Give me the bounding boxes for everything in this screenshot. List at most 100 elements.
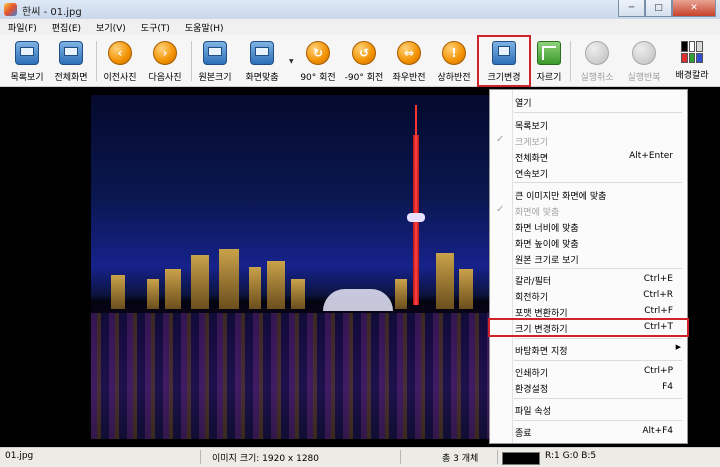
original-size-button[interactable]: 원본크기 xyxy=(195,37,235,85)
ctx-rotate[interactable]: 회전하기 Ctrl+R xyxy=(490,288,687,303)
menu-tools[interactable]: 도구(T) xyxy=(133,19,177,35)
ctx-color-filter-label: 칼라/필터 xyxy=(515,277,552,287)
ctx-slideshow-label: 연속보기 xyxy=(515,170,549,180)
flip-horizontal-button[interactable]: ⇔ 좌우반전 xyxy=(388,37,430,85)
ctx-resize[interactable]: 크기 변경하기 Ctrl+T xyxy=(488,318,689,337)
undo-button[interactable]: 실행취소 xyxy=(575,37,619,85)
ctx-color-filter[interactable]: 칼라/필터 Ctrl+E xyxy=(490,272,687,287)
rotate-ccw-button[interactable]: ↺ -90° 회전 xyxy=(342,37,386,85)
tower-pod xyxy=(407,213,425,222)
close-button[interactable]: ✕ xyxy=(672,0,716,17)
browse-button[interactable]: 목록보기 xyxy=(4,37,50,85)
resize-button[interactable]: 크기변경 xyxy=(477,35,531,87)
ctx-print[interactable]: 인쇄하기 Ctrl+P xyxy=(490,364,687,379)
rotate-cw-label: 90° 회전 xyxy=(300,73,336,83)
original-size-label: 원본크기 xyxy=(198,73,232,83)
ctx-fit-large[interactable]: 큰 이미지만 화면에 맞춤 xyxy=(490,187,687,202)
ctx-set-wallpaper-label: 바탕화면 지정 xyxy=(515,347,568,357)
rotate-cw-icon: ↻ xyxy=(306,41,330,65)
building xyxy=(111,275,125,309)
fit-screen-icon xyxy=(250,41,274,65)
context-menu: 열기 목록보기 ✓ 크게보기 전체화면 Alt+Enter 연속보기 큰 이미지만 … xyxy=(488,89,689,444)
ctx-settings-shortcut: F4 xyxy=(662,382,673,392)
ctx-convert-format[interactable]: 포맷 변환하기 Ctrl+F xyxy=(490,304,687,319)
ctx-fullscreen-shortcut: Alt+Enter xyxy=(629,151,673,161)
menu-file[interactable]: 파일(F) xyxy=(0,19,44,35)
crop-button[interactable]: 자르기 xyxy=(532,37,566,85)
ctx-file-properties[interactable]: 파일 속성 xyxy=(490,402,687,417)
ctx-settings[interactable]: 환경설정 F4 xyxy=(490,380,687,395)
status-divider xyxy=(400,450,401,464)
checkmark-icon: ✓ xyxy=(496,204,505,215)
ctx-browse[interactable]: 목록보기 xyxy=(490,117,687,132)
menu-separator xyxy=(514,112,682,113)
building xyxy=(147,279,159,309)
toolbar-divider xyxy=(96,41,97,81)
prev-button[interactable]: ‹ 이전사진 xyxy=(100,37,140,85)
toolbar-divider xyxy=(570,41,571,81)
ctx-fit-width[interactable]: 화면 너비에 맞춤 xyxy=(490,219,687,234)
ctx-fit-width-label: 화면 너비에 맞춤 xyxy=(515,224,579,234)
ctx-resize-label: 크기 변경하기 xyxy=(515,325,568,335)
menu-separator xyxy=(514,268,682,269)
redo-button[interactable]: 실행반복 xyxy=(622,37,666,85)
ctx-exit-label: 종료 xyxy=(515,429,532,439)
minimize-button[interactable]: ─ xyxy=(618,0,645,17)
ctx-large-view[interactable]: ✓ 크게보기 xyxy=(490,133,687,148)
maximize-button[interactable]: □ xyxy=(645,0,672,17)
fullscreen-button[interactable]: 전체화면 xyxy=(50,37,92,85)
ctx-fit-height[interactable]: 화면 높이에 맞춤 xyxy=(490,235,687,250)
next-button[interactable]: › 다음사진 xyxy=(145,37,185,85)
ctx-fullscreen[interactable]: 전체화면 Alt+Enter xyxy=(490,149,687,164)
ctx-slideshow[interactable]: 연속보기 xyxy=(490,165,687,180)
building xyxy=(267,261,285,309)
ctx-fit-height-label: 화면 높이에 맞춤 xyxy=(515,240,579,250)
building xyxy=(436,253,454,309)
ctx-original-size[interactable]: 원본 크기로 보기 xyxy=(490,251,687,266)
toolbar: 목록보기 전체화면 ‹ 이전사진 › 다음사진 원본크기 화면맞춤 ↻ 90° … xyxy=(0,35,720,87)
rotate-cw-button[interactable]: ↻ 90° 회전 xyxy=(298,37,338,85)
menu-edit[interactable]: 편집(E) xyxy=(44,19,88,35)
bg-color-button[interactable]: 배경칼라 xyxy=(669,37,715,85)
crop-label: 자르기 xyxy=(536,73,562,83)
menu-separator xyxy=(514,338,682,339)
menu-view[interactable]: 보기(V) xyxy=(88,19,133,35)
undo-icon xyxy=(585,41,609,65)
ctx-exit[interactable]: 종료 Alt+F4 xyxy=(490,424,687,439)
window-title: 한씨 - 01.jpg xyxy=(22,7,82,18)
fullscreen-label: 전체화면 xyxy=(54,73,88,83)
flip-horizontal-icon: ⇔ xyxy=(397,41,421,65)
ctx-fit-screen-label: 화면에 맞춤 xyxy=(515,208,560,218)
status-bar: 01.jpg 이미지 크기: 1920 x 1280 총 3 개체 R:1 G:… xyxy=(0,447,720,467)
title-bar[interactable]: 한씨 - 01.jpg ─ □ ✕ xyxy=(0,0,720,20)
menu-separator xyxy=(514,182,682,183)
ctx-browse-label: 목록보기 xyxy=(515,122,549,132)
arrow-left-icon: ‹ xyxy=(108,41,132,65)
ctx-rotate-shortcut: Ctrl+R xyxy=(643,290,673,300)
menu-help[interactable]: 도움말(H) xyxy=(177,19,231,35)
toolbar-divider xyxy=(191,41,192,81)
redo-icon xyxy=(632,41,656,65)
ctx-fullscreen-label: 전체화면 xyxy=(515,154,549,164)
flip-vertical-button[interactable]: ! 상하반전 xyxy=(432,37,476,85)
resize-label: 크기변경 xyxy=(487,73,521,83)
ctx-open[interactable]: 열기 xyxy=(490,94,687,109)
window-controls: ─ □ ✕ xyxy=(618,0,716,18)
arrow-right-icon: › xyxy=(153,41,177,65)
ctx-fit-large-label: 큰 이미지만 화면에 맞춤 xyxy=(515,192,607,202)
next-label: 다음사진 xyxy=(148,73,182,83)
ctx-set-wallpaper[interactable]: 바탕화면 지정 ▶ xyxy=(490,342,687,357)
building xyxy=(191,255,209,309)
menu-bar: 파일(F) 편집(E) 보기(V) 도구(T) 도움말(H) xyxy=(0,19,720,36)
ctx-original-size-label: 원본 크기로 보기 xyxy=(515,256,579,266)
ctx-convert-format-shortcut: Ctrl+F xyxy=(644,306,673,316)
browse-icon xyxy=(15,41,39,65)
ctx-open-label: 열기 xyxy=(515,99,532,109)
ctx-fit-screen[interactable]: ✓ 화면에 맞춤 xyxy=(490,203,687,218)
fit-dropdown-arrow-icon[interactable]: ▼ xyxy=(289,58,294,65)
fit-screen-button[interactable]: 화면맞춤 xyxy=(240,37,284,85)
flip-vertical-icon: ! xyxy=(442,41,466,65)
flip-horizontal-label: 좌우반전 xyxy=(392,73,426,83)
color-swatch xyxy=(502,452,540,465)
status-image-size: 이미지 크기: 1920 x 1280 xyxy=(212,454,320,464)
